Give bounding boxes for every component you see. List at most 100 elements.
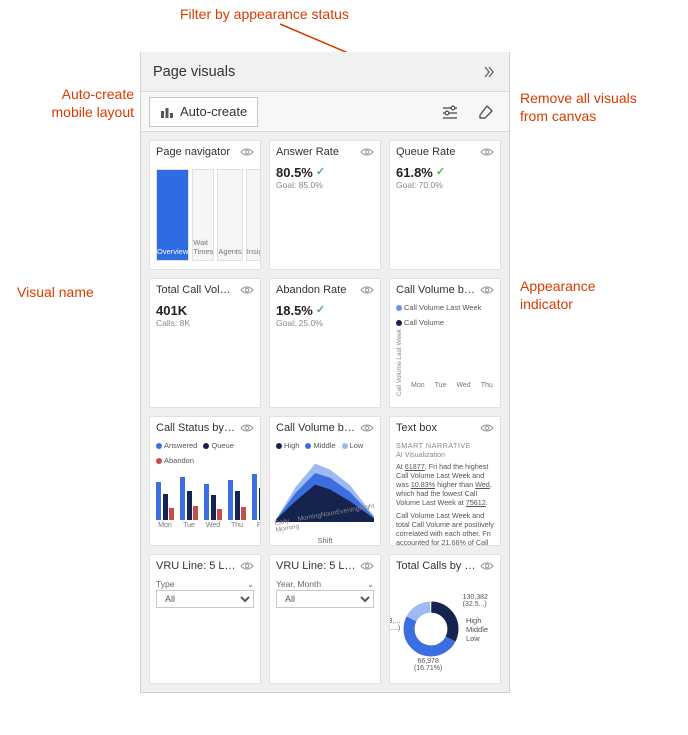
- nav-tab: Wait Times: [192, 169, 214, 261]
- card-header: Text box: [390, 417, 500, 439]
- donut-label-top: 130,382(32.5...): [463, 594, 488, 608]
- visual-name-callout-text: Visual name: [17, 284, 94, 302]
- chevrons-right-icon: [482, 65, 496, 79]
- page-visuals-panel: Page visuals Auto-create: [140, 52, 510, 693]
- card-body: Type ⌄ All: [150, 577, 260, 683]
- donut-legend: High Middle Low: [466, 616, 488, 643]
- visual-card-text-box[interactable]: Text box SMART NARRATIVE AI Visualizatio…: [389, 416, 501, 546]
- eye-icon: [360, 145, 374, 159]
- check-icon: ✓: [316, 305, 325, 316]
- check-icon: ✓: [436, 167, 445, 178]
- card-body: High Middle Low Early Morning Morning No…: [270, 439, 380, 545]
- auto-create-button[interactable]: Auto-create: [149, 97, 258, 127]
- kpi-goal: Goal: 25.0%: [276, 318, 374, 328]
- eye-icon: [240, 283, 254, 297]
- chart-legend: High Middle Low: [276, 441, 374, 450]
- card-header: VRU Line: 5 Line...: [270, 555, 380, 577]
- card-title: VRU Line: 5 Line...: [156, 560, 236, 572]
- remove-callout-text: Remove all visuals from canvas: [520, 90, 637, 125]
- narrative-p2: Call Volume Last Week and total Call Vol…: [396, 511, 494, 545]
- mobile-autocreate-icon: [160, 105, 174, 119]
- visual-card-call-volume-by-day[interactable]: Call Volume by ... Call Volume Last Week…: [389, 278, 501, 408]
- eye-icon: [240, 145, 254, 159]
- card-body: Overview Wait Times Agents Insights Tren…: [150, 163, 260, 269]
- visual-card-call-volume-by-s[interactable]: Call Volume by S... High Middle Low Earl…: [269, 416, 381, 546]
- card-body: SMART NARRATIVE AI Visualization At 6187…: [390, 439, 500, 545]
- visual-card-total-call-volume[interactable]: Total Call Volume 401K Calls: 8K: [149, 278, 261, 408]
- card-body: 61.8%✓ Goal: 70.0%: [390, 163, 500, 269]
- filter-callout-text: Filter by appearance status: [180, 6, 349, 24]
- card-header: Queue Rate: [390, 141, 500, 163]
- auto-create-label: Auto-create: [180, 104, 247, 119]
- visual-card-queue-rate[interactable]: Queue Rate 61.8%✓ Goal: 70.0%: [389, 140, 501, 270]
- visual-card-page-navigator[interactable]: Page navigator Overview Wait Times Agent…: [149, 140, 261, 270]
- nav-tab: Overview: [156, 169, 189, 261]
- narrative-heading: SMART NARRATIVE: [396, 441, 494, 450]
- card-title: Call Volume by S...: [276, 422, 356, 434]
- panel-title: Page visuals: [153, 64, 235, 80]
- card-header: Total Calls by Pri...: [390, 555, 500, 577]
- chevron-down-icon: ⌄: [247, 579, 254, 590]
- card-header: Call Volume by S...: [270, 417, 380, 439]
- card-body: Call Volume Last Week Call Volume Call V…: [390, 301, 500, 407]
- visuals-grid: Page navigator Overview Wait Times Agent…: [141, 132, 509, 692]
- slicer-dropdown[interactable]: All: [276, 590, 374, 608]
- card-title: VRU Line: 5 Line...: [276, 560, 356, 572]
- slicer-label: Type: [156, 579, 174, 590]
- visual-card-vru-slicer-b[interactable]: VRU Line: 5 Line... Year, Month ⌄ All: [269, 554, 381, 684]
- visual-card-total-calls-priority[interactable]: Total Calls by Pri... 203,...(50....): [389, 554, 501, 684]
- kpi-value: 61.8%: [396, 165, 433, 180]
- card-title: Page navigator: [156, 146, 236, 158]
- nav-tab: Agents: [217, 169, 242, 261]
- kpi-value: 18.5%: [276, 303, 313, 318]
- card-header: Page navigator: [150, 141, 260, 163]
- card-body: 203,...(50....) 130,382(32.5...) 66,978(…: [390, 577, 500, 683]
- eye-icon: [480, 559, 494, 573]
- nav-tab: Insights: [246, 169, 260, 261]
- panel-toolbar: Auto-create: [141, 92, 509, 132]
- card-title: Total Call Volume: [156, 284, 236, 296]
- donut-label-left: 203,...(50....): [390, 618, 400, 632]
- visual-card-abandon-rate[interactable]: Abandon Rate 18.5%✓ Goal: 25.0%: [269, 278, 381, 408]
- card-title: Text box: [396, 422, 476, 434]
- chevron-down-icon: ⌄: [367, 579, 374, 590]
- card-title: Queue Rate: [396, 146, 476, 158]
- slicer-label: Year, Month: [276, 579, 321, 590]
- card-title: Call Status by W...: [156, 422, 236, 434]
- card-title: Total Calls by Pri...: [396, 560, 476, 572]
- remove-all-visuals-button[interactable]: [471, 97, 501, 127]
- card-body: 401K Calls: 8K: [150, 301, 260, 407]
- visual-card-call-status-by-w[interactable]: Call Status by W... Answered Queue Aband…: [149, 416, 261, 546]
- card-header: Abandon Rate: [270, 279, 380, 301]
- grouped-bar-chart: Mon Tue Wed Thu Fri: [156, 467, 254, 529]
- kpi-value: 80.5%: [276, 165, 313, 180]
- card-header: Call Status by W...: [150, 417, 260, 439]
- donut-label-bottom: 66,978(16.71%): [414, 658, 442, 672]
- card-body: 80.5%✓ Goal: 85.0%: [270, 163, 380, 269]
- card-header: VRU Line: 5 Line...: [150, 555, 260, 577]
- card-title: Call Volume by ...: [396, 284, 476, 296]
- visual-card-vru-slicer-a[interactable]: VRU Line: 5 Line... Type ⌄ All: [149, 554, 261, 684]
- navigator-tabs: Overview Wait Times Agents Insights Tren…: [156, 165, 254, 265]
- card-header: Total Call Volume: [150, 279, 260, 301]
- card-body: Year, Month ⌄ All: [270, 577, 380, 683]
- eraser-icon: [478, 104, 494, 120]
- appearance-callout-text: Appearance indicator: [520, 278, 596, 313]
- kpi-sub: Calls: 8K: [156, 318, 254, 328]
- y-axis-label-left: Call Volume Last Week: [396, 329, 403, 396]
- autocreate-callout-text: Auto-create mobile layout: [10, 86, 134, 121]
- kpi-goal: Goal: 85.0%: [276, 180, 374, 190]
- slicer-dropdown[interactable]: All: [156, 590, 254, 608]
- donut-chart: [402, 600, 460, 658]
- card-header: Answer Rate: [270, 141, 380, 163]
- chart-legend: Answered Queue Abandon: [156, 441, 254, 465]
- visual-card-answer-rate[interactable]: Answer Rate 80.5%✓ Goal: 85.0%: [269, 140, 381, 270]
- chart-legend: Call Volume Last Week Call Volume: [396, 303, 494, 327]
- collapse-panel-button[interactable]: [479, 62, 499, 82]
- narrative-sub: AI Visualization: [396, 450, 494, 459]
- eye-icon: [480, 421, 494, 435]
- kpi-goal: Goal: 70.0%: [396, 180, 494, 190]
- check-icon: ✓: [316, 167, 325, 178]
- filter-appearance-button[interactable]: [435, 97, 465, 127]
- eye-icon: [360, 421, 374, 435]
